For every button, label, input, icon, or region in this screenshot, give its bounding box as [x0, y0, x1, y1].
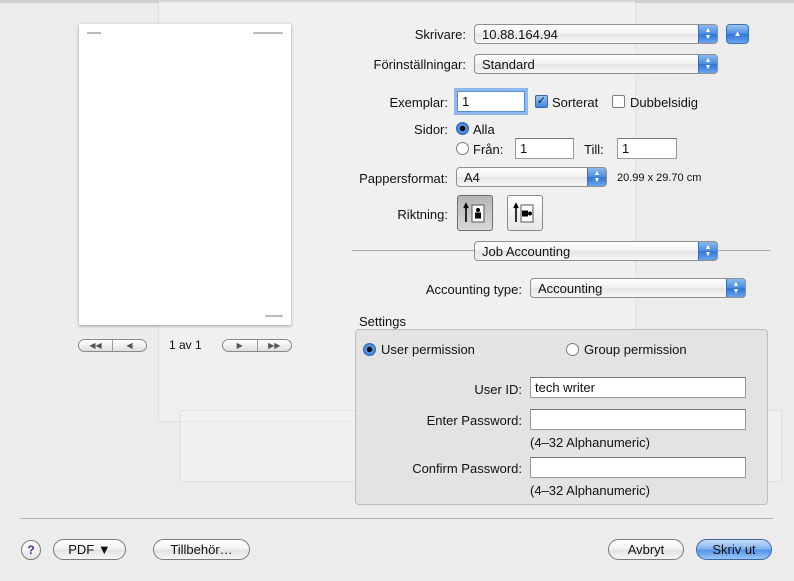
printer-label: Skrivare: [414, 27, 466, 42]
printer-popup[interactable]: 10.88.164.94 ▲ ▼ [474, 24, 718, 44]
print-button[interactable]: Skriv ut [696, 539, 772, 560]
preview-header-left [87, 32, 101, 34]
accounting-type-popup[interactable]: Accounting ▲ ▼ [530, 278, 746, 298]
printer-value: 10.88.164.94 [482, 27, 558, 42]
help-button[interactable]: ? [21, 540, 41, 560]
portrait-button[interactable] [457, 195, 493, 231]
duplex-checkbox[interactable] [612, 95, 625, 108]
enter-password-label: Enter Password: [426, 413, 522, 428]
preview-nav-forward[interactable]: ▶ ▶▶ [222, 339, 292, 352]
footer-separator [20, 518, 773, 519]
preview-nav-back[interactable]: ◀◀ ◀ [78, 339, 147, 352]
user-permission-radio[interactable] [363, 343, 376, 356]
help-icon: ? [27, 543, 35, 557]
orientation-label: Riktning: [397, 207, 448, 222]
accounting-type-value: Accounting [538, 281, 603, 296]
settings-title: Settings [359, 314, 406, 329]
preview-footer [265, 315, 283, 317]
enter-password-hint: (4–32 Alphanumeric) [530, 435, 650, 450]
popup-arrows-icon: ▲ ▼ [698, 25, 717, 43]
popup-arrows-icon: ▲ ▼ [698, 55, 717, 73]
pages-all-radio[interactable] [456, 122, 469, 135]
confirm-password-field[interactable] [530, 457, 746, 478]
last-page-icon[interactable]: ▶▶ [256, 340, 292, 351]
paper-size-value: A4 [464, 170, 480, 185]
presets-label: Förinställningar: [373, 57, 467, 72]
pages-to-label: Till: [584, 142, 604, 157]
presets-popup[interactable]: Standard ▲ ▼ [474, 54, 718, 74]
popup-arrows-icon: ▲ ▼ [698, 242, 717, 260]
next-page-icon[interactable]: ▶ [223, 340, 257, 351]
accessories-button[interactable]: Tillbehör… [153, 539, 250, 560]
collated-checkbox[interactable]: ✓ [535, 95, 548, 108]
enter-password-field[interactable] [530, 409, 746, 430]
popup-arrows-icon: ▲ ▼ [726, 279, 745, 297]
copies-label: Exemplar: [389, 95, 448, 110]
presets-value: Standard [482, 57, 535, 72]
first-page-icon[interactable]: ◀◀ [79, 340, 112, 351]
user-id-field[interactable]: tech writer [530, 377, 746, 398]
portrait-orientation-icon [463, 202, 485, 223]
user-permission-label: User permission [381, 342, 475, 357]
preview-header-right [253, 32, 283, 34]
panel-menu-value: Job Accounting [482, 244, 571, 259]
page-indicator: 1 av 1 [169, 338, 202, 352]
triangle-up-icon: ▲ [733, 29, 742, 38]
page-preview [79, 24, 291, 325]
pages-to-field[interactable]: 1 [617, 138, 677, 159]
landscape-orientation-icon [513, 202, 534, 223]
accounting-type-label: Accounting type: [425, 282, 522, 297]
landscape-button[interactable] [507, 195, 543, 231]
paper-dimensions: 20.99 x 29.70 cm [617, 172, 702, 184]
confirm-password-label: Confirm Password: [412, 461, 522, 476]
confirm-password-hint: (4–32 Alphanumeric) [530, 483, 650, 498]
collapse-details-button[interactable]: ▲ [726, 24, 749, 44]
user-id-label: User ID: [474, 382, 522, 397]
pages-from-label: Från: [473, 142, 504, 157]
group-permission-radio[interactable] [566, 343, 579, 356]
cancel-button[interactable]: Avbryt [608, 539, 684, 560]
paper-size-label: Pappersformat: [359, 171, 448, 186]
pages-label: Sidor: [414, 122, 448, 137]
panel-menu-popup[interactable]: Job Accounting ▲ ▼ [474, 241, 718, 261]
copies-field[interactable]: 1 [457, 91, 525, 112]
popup-arrows-icon: ▲ ▼ [587, 168, 606, 186]
collated-label: Sorterat [552, 95, 599, 110]
duplex-label: Dubbelsidig [630, 95, 698, 110]
pdf-menu-button[interactable]: PDF ▼ [53, 539, 126, 560]
paper-size-popup[interactable]: A4 ▲ ▼ [456, 167, 607, 187]
pages-from-field[interactable]: 1 [515, 138, 574, 159]
group-permission-label: Group permission [584, 342, 687, 357]
previous-page-icon[interactable]: ◀ [112, 340, 146, 351]
pages-all-label: Alla [473, 122, 495, 137]
pages-range-radio[interactable] [456, 142, 469, 155]
